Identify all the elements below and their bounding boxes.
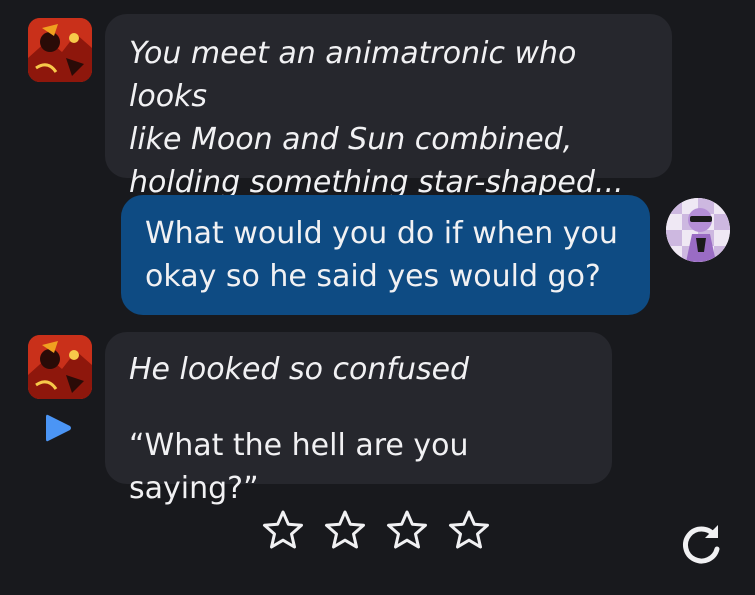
message-speech: “What the hell are you saying?”: [129, 428, 469, 506]
bot-message-bubble: He looked so confused “What the hell are…: [105, 332, 612, 506]
play-icon[interactable]: [44, 412, 74, 444]
bot-message-bubble: You meet an animatronic who looks like M…: [105, 14, 672, 200]
star-icon[interactable]: [324, 509, 366, 551]
star-icon[interactable]: [262, 509, 304, 551]
bot-avatar[interactable]: [28, 335, 92, 399]
bot-avatar[interactable]: [28, 18, 92, 82]
user-message-bubble: What would you do if when you okay so he…: [121, 195, 650, 315]
message-line: like Moon and Sun combined,: [129, 122, 573, 157]
refresh-icon: [683, 525, 720, 564]
rating-stars: [262, 509, 490, 551]
message-line: You meet an animatronic who looks: [129, 36, 577, 114]
message-action: He looked so confused: [129, 352, 470, 387]
message-line: What would you do if when you: [145, 216, 618, 251]
star-icon[interactable]: [448, 509, 490, 551]
user-avatar[interactable]: [666, 198, 730, 262]
regenerate-button[interactable]: [678, 521, 724, 567]
message-line: okay so he said yes would go?: [145, 259, 601, 294]
star-icon[interactable]: [386, 509, 428, 551]
chat-view: You meet an animatronic who looks like M…: [0, 0, 755, 595]
